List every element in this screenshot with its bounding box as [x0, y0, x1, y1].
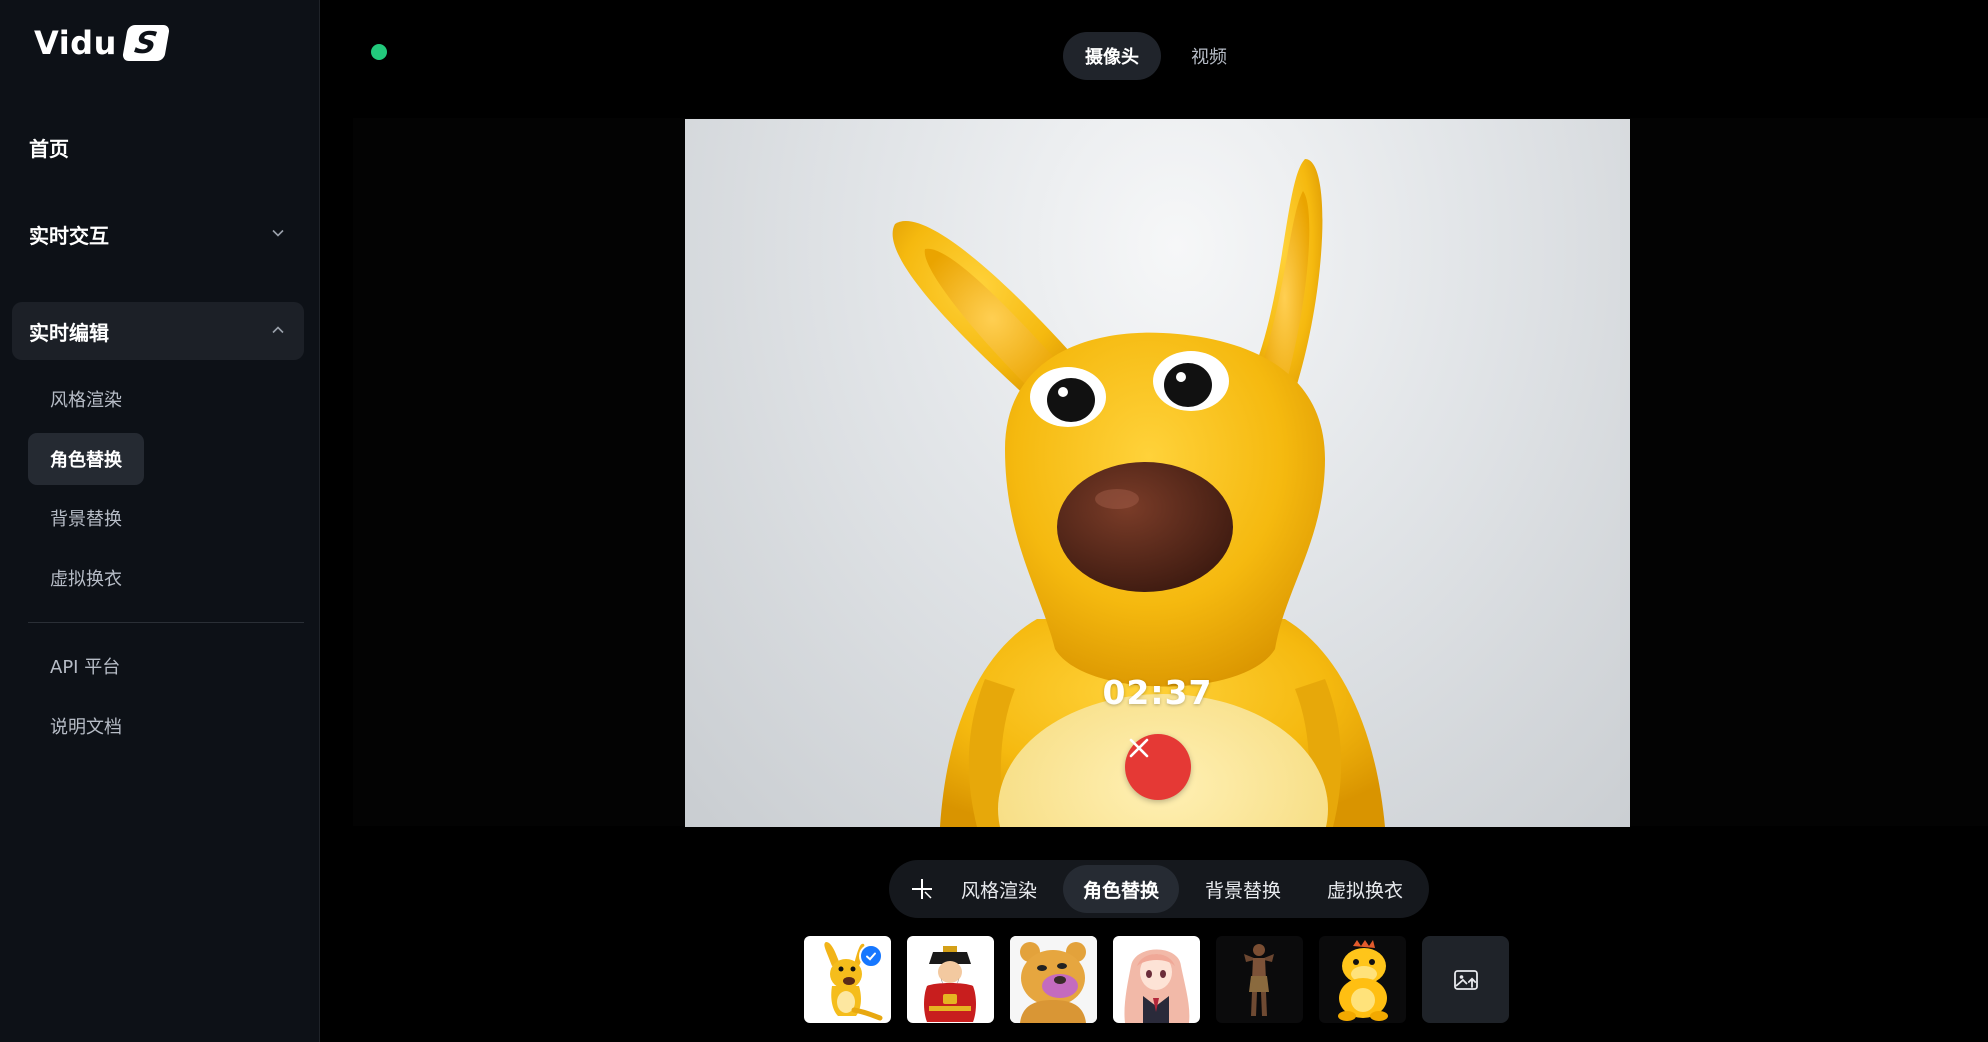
bear-thumbnail-image	[1010, 936, 1097, 1023]
tab-camera-label: 摄像头	[1085, 47, 1139, 68]
nav-sub-label: 背景替换	[50, 509, 122, 530]
yellow-dragon-thumbnail-image	[1338, 940, 1388, 1021]
tab-camera[interactable]: 摄像头	[1063, 32, 1161, 80]
character-thumbnails	[804, 936, 1509, 1023]
character-caveman[interactable]	[1216, 936, 1303, 1023]
nav-realtime-edit[interactable]: 实时编辑	[12, 302, 304, 360]
main-area: 摄像头 视频 02:37 风格渲染 角色替换 背景替换 虚拟换衣	[321, 0, 1988, 1042]
tab-video[interactable]: 视频	[1169, 32, 1249, 80]
nav-home[interactable]: 首页	[12, 118, 304, 176]
nav-sub-background-replace[interactable]: 背景替换	[28, 492, 144, 544]
nav-sub-label: 风格渲染	[50, 390, 122, 411]
call-timer: 02:37	[1102, 673, 1213, 712]
character-kangaroo[interactable]	[804, 936, 891, 1023]
god-of-wealth-thumbnail-image	[924, 946, 976, 1022]
source-tabs: 摄像头 视频	[1063, 32, 1249, 80]
mode-label: 角色替换	[1083, 879, 1160, 902]
nav-api-platform[interactable]: API 平台	[28, 640, 142, 692]
nav-realtime-interact[interactable]: 实时交互	[12, 205, 304, 263]
sidebar-divider	[28, 622, 304, 623]
chevron-up-icon	[272, 326, 284, 334]
mode-selector: 风格渲染 角色替换 背景替换 虚拟换衣	[889, 860, 1430, 918]
selected-check-icon	[859, 944, 883, 968]
connection-status-dot	[371, 44, 387, 60]
character-god-of-wealth[interactable]	[907, 936, 994, 1023]
app-root: Vidu S 首页 实时交互 实时编辑 风格渲染 角色替换 背景替换 虚拟换衣 …	[0, 0, 1988, 1042]
mode-background-replace[interactable]: 背景替换	[1185, 865, 1301, 913]
nav-sub-label: 虚拟换衣	[50, 569, 122, 590]
nav-docs[interactable]: 说明文档	[28, 700, 144, 752]
nav-api-platform-label: API 平台	[50, 657, 121, 678]
nav-realtime-edit-label: 实时编辑	[29, 320, 109, 345]
logo-badge: S	[121, 25, 171, 61]
logo-text: Vidu	[34, 24, 117, 62]
mode-style-render[interactable]: 风格渲染	[941, 865, 1057, 913]
kangaroo-character-render	[892, 159, 1385, 827]
tab-video-label: 视频	[1191, 47, 1227, 68]
mode-character-replace[interactable]: 角色替换	[1063, 865, 1180, 913]
end-call-button[interactable]	[1125, 734, 1191, 800]
character-bear[interactable]	[1010, 936, 1097, 1023]
close-icon	[1129, 738, 1149, 758]
plus-icon[interactable]	[909, 876, 935, 902]
image-upload-icon	[1453, 969, 1478, 990]
nav-realtime-interact-label: 实时交互	[29, 223, 109, 248]
character-yellow-dragon[interactable]	[1319, 936, 1406, 1023]
mode-label: 背景替换	[1205, 879, 1282, 902]
mode-label: 虚拟换衣	[1327, 879, 1404, 902]
logo[interactable]: Vidu S	[34, 24, 171, 62]
nav-sub-character-replace[interactable]: 角色替换	[28, 433, 144, 485]
upload-character-button[interactable]	[1422, 936, 1509, 1023]
nav-sub-virtual-tryon[interactable]: 虚拟换衣	[28, 552, 144, 604]
live-video-preview: 02:37	[685, 119, 1630, 827]
nav-docs-label: 说明文档	[50, 717, 122, 738]
nav-sub-label: 角色替换	[50, 450, 122, 471]
sidebar: Vidu S 首页 实时交互 实时编辑 风格渲染 角色替换 背景替换 虚拟换衣 …	[0, 0, 320, 1042]
mode-label: 风格渲染	[961, 879, 1038, 902]
nav-sub-style-render[interactable]: 风格渲染	[28, 373, 144, 425]
nav-home-label: 首页	[29, 136, 69, 161]
mode-virtual-tryon[interactable]: 虚拟换衣	[1307, 865, 1423, 913]
caveman-thumbnail-image	[1244, 944, 1274, 1016]
anime-girl-thumbnail-image	[1124, 949, 1190, 1023]
character-anime-girl[interactable]	[1113, 936, 1200, 1023]
chevron-down-icon	[272, 229, 284, 237]
